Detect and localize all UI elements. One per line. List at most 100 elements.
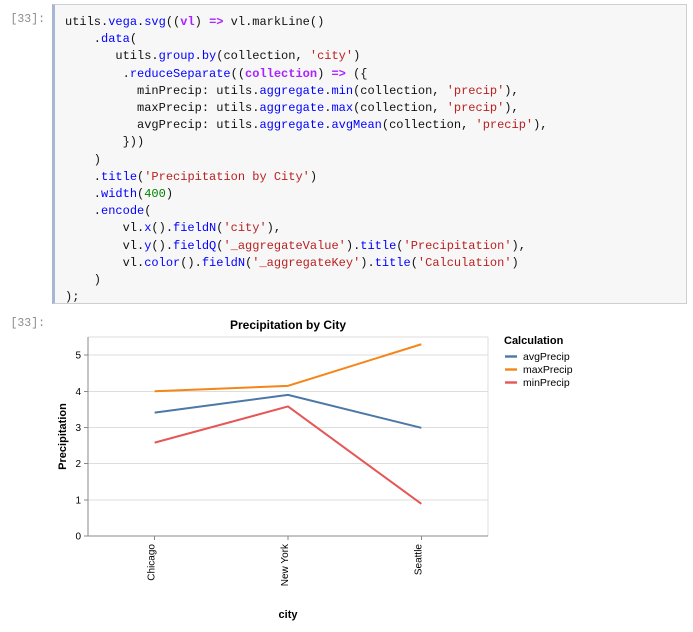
code-token: ) [65, 152, 102, 167]
code-token: (collection, [353, 83, 447, 98]
code-token: maxPrecip: utils. [65, 101, 260, 116]
code-token: . [65, 66, 130, 81]
code-token: (collection, [216, 49, 310, 64]
code-token: aggregate [259, 83, 325, 98]
code-token: ) [165, 187, 174, 202]
code-token: vl.markLine() [223, 15, 325, 29]
code-token: (collection, [353, 101, 447, 116]
code-token: ), [266, 221, 282, 236]
code-token: encode [101, 204, 145, 219]
code-token: fieldN [201, 255, 246, 270]
notebook-output-cell: Precipitation by City 0 1 2 3 4 5 Chicago New Y… [52, 310, 693, 632]
code-token: 'precip' [475, 118, 534, 133]
code-token: avgMean [331, 118, 382, 133]
code-token: min [331, 83, 354, 98]
code-token: data [101, 32, 130, 47]
code-token: vl. [65, 255, 145, 270]
code-token: 400 [144, 187, 166, 202]
code-token: avgPrecip: utils. [65, 118, 260, 133]
y-tick-label: 0 [75, 532, 81, 543]
code-token: })) [65, 135, 145, 150]
code-token: '_aggregateValue' [223, 238, 346, 253]
code-token: color [144, 255, 181, 270]
code-token: . [65, 169, 102, 184]
code-token: reduceSeparate [129, 66, 231, 81]
series-line-avgPrecip [154, 393, 422, 429]
code-token: ), [511, 238, 526, 253]
code-token: . [65, 32, 102, 47]
y-tick-label: 2 [75, 459, 81, 470]
x-tick-label: Seattle [413, 544, 424, 576]
code-token: '_aggregateKey' [252, 255, 361, 270]
code-token: ) [511, 255, 519, 270]
y-tick-label: 3 [75, 423, 81, 434]
code-token: ) [353, 49, 361, 64]
series-line-maxPrecip [154, 343, 422, 393]
legend-title: Calculation [504, 335, 564, 347]
code-token: 'precip' [446, 101, 505, 116]
line-chart: 0 1 2 3 4 5 Chicago New York Seattle city Precipit… [57, 335, 573, 621]
code-token: vl. [65, 221, 145, 236]
code-token: ). [345, 238, 361, 253]
output-prompt-label: [33]: [10, 317, 45, 330]
code-token: . [194, 49, 202, 64]
code-token: aggregate [259, 118, 325, 133]
code-token: by [201, 49, 217, 64]
code-token: (). [180, 255, 202, 270]
x-tick-label: Chicago [147, 544, 158, 581]
code-token: => [209, 15, 224, 29]
x-tick-label: New York [280, 543, 291, 586]
code-token: (collection, [381, 118, 476, 133]
code-token: 'Precipitation' [403, 238, 512, 253]
code-token: fieldQ [173, 238, 217, 253]
code-token: . [65, 204, 102, 219]
code-token: title [101, 169, 138, 184]
code-token: ) [317, 66, 332, 81]
code-token: ({ [345, 66, 368, 81]
code-token: collection [245, 66, 318, 81]
code-token: vega [108, 15, 138, 29]
code-token: ) [65, 273, 102, 288]
code-token: group [158, 49, 195, 64]
code-token: => [331, 66, 346, 81]
series-line-minPrecip [154, 405, 422, 505]
code-token: 'Calculation' [417, 255, 512, 270]
code-token: ( [129, 32, 138, 47]
y-tick-label: 1 [75, 495, 81, 506]
code-token: ), [504, 101, 519, 116]
code-token: minPrecip: utils. [65, 83, 260, 98]
code-token: ); [65, 290, 80, 304]
code-token: title [360, 238, 397, 253]
x-axis-title: city [279, 609, 299, 621]
code-token: (). [151, 221, 174, 236]
code-token: fieldN [173, 221, 217, 236]
y-tick-label: 5 [75, 351, 81, 362]
legend-label-minPrecip[interactable]: minPrecip [523, 377, 570, 389]
code-token: (( [230, 66, 246, 81]
code-token: ( [410, 255, 418, 270]
legend-label-avgPrecip[interactable]: avgPrecip [523, 351, 570, 363]
code-token: 'Precipitation by City' [144, 169, 310, 184]
code-token: ), [533, 118, 548, 133]
code-editor[interactable]: utils.vega.svg((vl) => vl.markLine() .da… [52, 4, 687, 304]
code-token: 'precip' [446, 83, 505, 98]
source-code[interactable]: utils.vega.svg((vl) => vl.markLine() .da… [55, 5, 686, 304]
y-tick-label: 4 [75, 387, 81, 398]
code-token: (( [165, 15, 181, 29]
code-token: vl. [65, 238, 145, 253]
code-token: ). [360, 255, 375, 270]
code-token: aggregate [259, 101, 325, 116]
y-axis-title: Precipitation [57, 403, 69, 470]
code-token: vl [180, 15, 195, 29]
code-token: svg [144, 15, 166, 29]
code-token: (). [151, 238, 174, 253]
code-token: 'city' [223, 221, 267, 236]
code-token: max [331, 101, 354, 116]
code-token: ( [144, 204, 152, 219]
code-token: utils. [65, 49, 159, 64]
code-token: 'city' [309, 49, 354, 64]
code-token: title [374, 255, 411, 270]
code-token: width [101, 187, 138, 202]
code-token: ( [396, 238, 404, 253]
legend-label-maxPrecip[interactable]: maxPrecip [523, 364, 573, 376]
